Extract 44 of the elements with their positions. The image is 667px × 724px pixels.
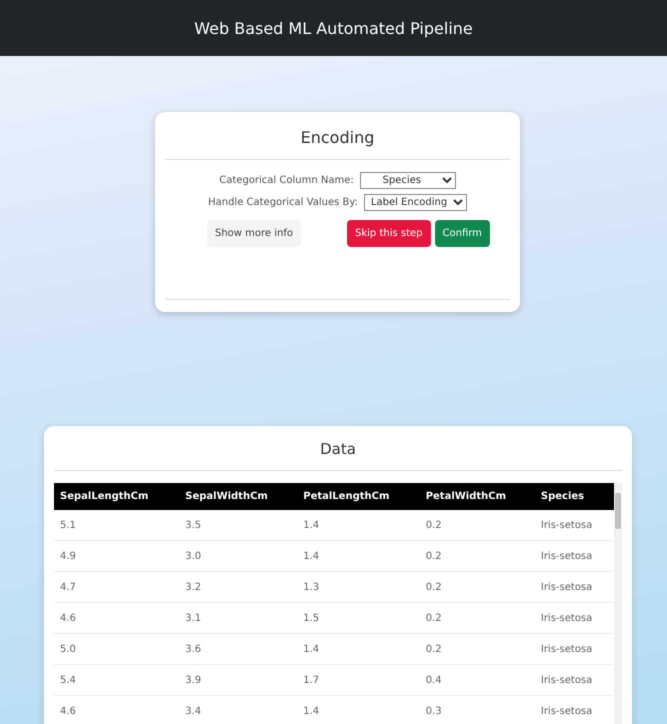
- app-title: Web Based ML Automated Pipeline: [194, 18, 473, 38]
- table-cell: 5.0: [54, 634, 180, 664]
- column-header: SepalWidthCm: [179, 483, 298, 510]
- table-cell: 3.6: [179, 634, 298, 664]
- table-cell: 5.4: [54, 664, 180, 696]
- table-cell: 3.1: [179, 602, 298, 634]
- info-button[interactable]: Show more info: [207, 220, 301, 247]
- card-title: Encoding: [300, 128, 374, 147]
- table-cell: 3.4: [179, 696, 298, 724]
- table-cell: 0.2: [420, 510, 535, 540]
- dropdown[interactable]: Label Encoding: [364, 194, 467, 211]
- table-cell: 0.3: [420, 696, 535, 724]
- column-header: SepalLengthCm: [54, 483, 180, 510]
- scrollbar[interactable]: [614, 483, 622, 724]
- column-header: Species: [534, 483, 614, 510]
- table-cell: 1.4: [297, 510, 420, 540]
- column-header: PetalWidthCm: [420, 483, 535, 510]
- table-cell: 3.5: [179, 510, 298, 540]
- table-cell: 4.7: [54, 572, 180, 602]
- table-cell: 4.9: [54, 540, 180, 572]
- skip-button[interactable]: Skip this step: [347, 220, 430, 247]
- table-cell: 0.2: [420, 572, 535, 602]
- table-cell: 3.2: [179, 572, 298, 602]
- table-cell: 3.9: [179, 664, 298, 696]
- table-cell: 1.7: [297, 664, 420, 696]
- table-cell: 5.1: [54, 510, 180, 540]
- table-cell: 1.5: [297, 602, 420, 634]
- field-label: Handle Categorical Values By:: [208, 197, 358, 208]
- column-header: PetalLengthCm: [297, 483, 420, 510]
- confirm-button[interactable]: Confirm: [434, 220, 490, 247]
- dropdown[interactable]: Species: [360, 172, 456, 189]
- table-cell: 0.2: [420, 540, 535, 572]
- table-cell: 0.2: [420, 634, 535, 664]
- table-cell: 0.4: [420, 664, 535, 696]
- table-cell: 4.6: [54, 696, 180, 724]
- table-cell: 4.6: [54, 602, 180, 634]
- table-cell: 1.4: [297, 634, 420, 664]
- table-cell: 3.0: [179, 540, 298, 572]
- table-cell: 1.4: [297, 540, 420, 572]
- table-cell: 1.4: [297, 696, 420, 724]
- table-cell: 0.2: [420, 602, 535, 634]
- field-label: Categorical Column Name:: [219, 175, 354, 186]
- table-cell: 1.3: [297, 572, 420, 602]
- card-title: Data: [319, 440, 357, 458]
